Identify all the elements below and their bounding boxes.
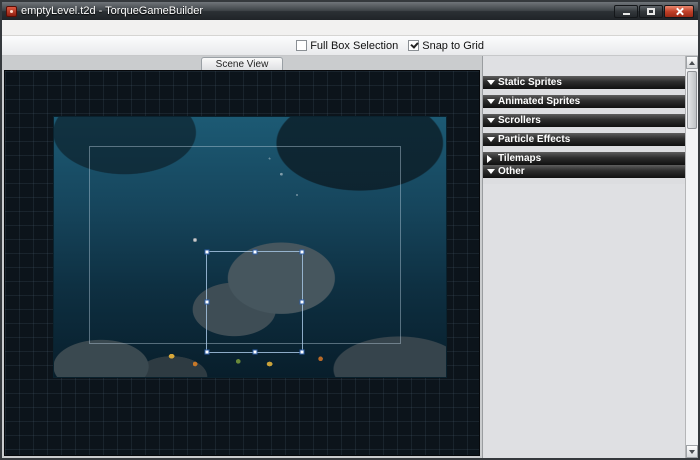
maximize-button[interactable] <box>639 4 663 18</box>
scene-canvas[interactable] <box>4 70 480 456</box>
selection-handle-nw[interactable] <box>204 249 210 255</box>
section-header-tilemaps[interactable]: Tilemaps <box>483 152 685 165</box>
toolbar <box>2 36 288 55</box>
selection-handle-n[interactable] <box>252 249 257 255</box>
section-header-static-sprites[interactable]: Static Sprites <box>483 76 685 89</box>
scene-view-tab[interactable]: Scene View <box>200 57 284 70</box>
section-title: Particle Effects <box>498 134 571 145</box>
other-grid <box>483 178 685 184</box>
section-header-animated-sprites[interactable]: Animated Sprites <box>483 95 685 108</box>
minimize-button[interactable] <box>614 4 638 18</box>
section-title: Scrollers <box>498 115 541 126</box>
selection-handle-ne[interactable] <box>299 249 305 255</box>
selection-handle-e[interactable] <box>299 299 305 305</box>
collapse-arrow-icon <box>487 155 492 163</box>
scrollbar-thumb[interactable] <box>687 71 697 129</box>
panel-scrollbar[interactable] <box>685 56 698 458</box>
title-bar[interactable]: emptyLevel.t2d - TorqueGameBuilder <box>2 2 698 20</box>
section-title: Static Sprites <box>498 77 562 88</box>
panel-tool-row <box>483 56 685 76</box>
create-panel: Static Sprites Animated Sprites Scroller… <box>482 56 685 458</box>
checkbox-checked-icon[interactable] <box>408 40 420 51</box>
selection-mini-toolbar <box>193 238 197 242</box>
collapse-arrow-icon <box>487 99 495 104</box>
window-title: emptyLevel.t2d - TorqueGameBuilder <box>21 5 204 17</box>
scrollbar-track[interactable] <box>686 69 698 445</box>
section-title: Animated Sprites <box>498 96 581 107</box>
full-box-selection-label: Full Box Selection <box>310 39 399 52</box>
selection-handle-s[interactable] <box>252 349 257 355</box>
arrow-down-icon <box>689 449 695 454</box>
collapse-arrow-icon <box>487 118 495 123</box>
scene-tab-row: Scene View <box>4 56 480 70</box>
selection-handle-se[interactable] <box>299 349 305 355</box>
snap-to-grid-label: Snap to Grid <box>422 39 484 52</box>
collapse-arrow-icon <box>487 80 495 85</box>
app-icon <box>6 5 17 17</box>
app-window: emptyLevel.t2d - TorqueGameBuilder Full … <box>0 0 700 460</box>
collapse-arrow-icon <box>487 137 495 142</box>
selection-rect[interactable] <box>204 249 305 355</box>
section-header-other[interactable]: Other <box>483 165 685 178</box>
toolbar-options: Full Box Selection Snap to Grid <box>288 40 492 52</box>
section-title: Tilemaps <box>498 153 542 164</box>
collapse-arrow-icon <box>487 169 495 174</box>
close-button[interactable] <box>664 4 694 18</box>
menu-bar <box>2 20 698 36</box>
scroll-down-button[interactable] <box>686 445 698 458</box>
selection-handle-sw[interactable] <box>204 349 210 355</box>
section-header-scrollers[interactable]: Scrollers <box>483 114 685 127</box>
scene-column: Scene View <box>2 56 482 458</box>
scroll-up-button[interactable] <box>686 56 698 69</box>
close-icon <box>675 7 684 16</box>
section-header-particle-effects[interactable]: Particle Effects <box>483 133 685 146</box>
checkbox-icon[interactable] <box>296 40 308 51</box>
minimize-icon <box>622 12 630 15</box>
section-title: Other <box>498 166 525 177</box>
selection-handle-w[interactable] <box>204 299 210 305</box>
full-box-selection-checkbox[interactable]: Full Box Selection <box>296 40 398 52</box>
snap-to-grid-checkbox[interactable]: Snap to Grid <box>408 40 484 52</box>
panel-tab-strip <box>492 36 698 55</box>
arrow-up-icon <box>689 60 695 65</box>
toolbar-row: Full Box Selection Snap to Grid <box>2 36 698 56</box>
maximize-icon <box>647 7 655 15</box>
